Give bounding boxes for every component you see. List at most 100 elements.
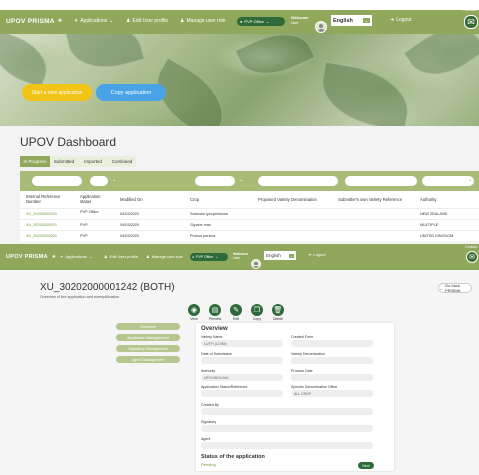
table-row[interactable]: XU_30202000003 PVP 04/03/2020 Glycine ma…	[20, 219, 479, 229]
field-label-variety-denomination: Variety Denomination	[291, 352, 326, 356]
field-label-application-status: Application Status/Reference	[201, 385, 248, 389]
logo-flower-icon: ❀	[58, 18, 63, 24]
field-authority[interactable]: UPOV/BOLIVIA	[201, 374, 283, 381]
nav-edit-profile[interactable]: ♟ Edit User profile	[104, 254, 138, 259]
chevron-down-icon: ⌄	[468, 177, 473, 183]
chevron-down-icon: ⌄	[109, 18, 114, 24]
nav-applications[interactable]: ✦ Applications ⌄	[60, 254, 92, 259]
col-header-own-reference[interactable]: Submitter's own Variety Reference	[338, 197, 402, 202]
field-species-office[interactable]: ALL CROP	[291, 390, 373, 397]
col-header-status[interactable]: Application status	[80, 194, 112, 204]
row-reference-link[interactable]: XU_30202000003	[26, 234, 57, 238]
nav-edit-profile[interactable]: ♟ Edit User profile	[126, 18, 168, 24]
hero-banner	[0, 34, 479, 126]
row-reference-link[interactable]: XU_30202000003	[26, 212, 57, 216]
filter-own-reference-input[interactable]	[345, 176, 417, 186]
top-nav-bar-secondary: UPOV PRISMA ❀ ✦ Applications ⌄ ♟ Edit Us…	[0, 244, 479, 270]
mail-icon[interactable]: ✉	[466, 251, 478, 263]
action-label-edit: Edit	[232, 317, 240, 321]
filter-reference-input[interactable]	[32, 176, 82, 186]
leaf-decor	[0, 34, 56, 89]
col-header-reference[interactable]: Internal Reference Number	[26, 194, 76, 204]
logout-link[interactable]: ➔ Logout	[390, 17, 412, 23]
chevron-down-icon: ⌄	[265, 19, 270, 24]
start-application-button[interactable]: Start a new application	[22, 84, 92, 101]
field-created-by[interactable]	[201, 408, 373, 415]
back-button-label: Go back PRISMA	[445, 283, 461, 293]
filter-crop-select[interactable]	[195, 176, 235, 186]
chevron-down-icon: ⌄	[215, 255, 219, 259]
trash-icon[interactable]: 🗑	[272, 304, 284, 316]
overview-card: Overview Variety Name LUTFI (L1984) Crea…	[196, 323, 394, 471]
language-select[interactable]: English ⌄	[264, 251, 296, 260]
row-modified: 04/03/2020	[120, 234, 140, 238]
role-selector-pill[interactable]: ● PVP Office ⌄	[190, 253, 228, 261]
eye-icon[interactable]: ◉	[188, 304, 200, 316]
nav-manage-role-label: Manage user role	[186, 18, 226, 24]
language-select[interactable]: English ⌄	[331, 15, 372, 26]
next-button[interactable]: Next	[358, 462, 374, 469]
table-row[interactable]: XU_30202000003 PVP Office 04/03/2020 Sol…	[20, 208, 479, 218]
preview-icon[interactable]: ▤	[209, 304, 221, 316]
filter-status-select[interactable]	[90, 176, 108, 186]
tab-imported[interactable]: Imported	[78, 156, 108, 167]
side-menu-application-management[interactable]: Application Management	[116, 334, 180, 341]
role-pill-label: PVP Office	[244, 19, 264, 24]
field-date-of-submission[interactable]	[201, 357, 283, 364]
welcome-label: Welcome	[291, 15, 309, 20]
field-signatory[interactable]	[201, 425, 373, 432]
action-label-view: View	[190, 317, 198, 321]
top-nav-bar: UPOV PRISMA ❀ ✦ Applications ⌄ ♟ Edit Us…	[0, 7, 479, 34]
mail-icon[interactable]: ✉	[464, 15, 478, 29]
field-variety-name[interactable]: LUTFI (L1984)	[201, 340, 283, 347]
action-label-copy: Copy	[252, 317, 262, 321]
back-to-prisma-button[interactable]: ← Go back PRISMA	[438, 283, 472, 293]
row-reference-link[interactable]: XU_30202000003	[26, 223, 57, 227]
col-header-crop[interactable]: Crop	[190, 197, 199, 202]
copy-application-button[interactable]: Copy application	[96, 84, 166, 101]
row-authority: MULTIPLE	[420, 223, 439, 227]
chevron-down-icon: ⌄	[289, 253, 294, 258]
filter-denomination-input[interactable]	[258, 176, 338, 186]
side-menu-agent-management[interactable]: Agent Management	[116, 356, 180, 363]
contact-label: Contact	[465, 245, 478, 249]
tab-combined[interactable]: Combined	[108, 156, 136, 167]
avatar[interactable]	[251, 259, 261, 269]
role-icon: ●	[240, 19, 243, 24]
brand-logo[interactable]: UPOV PRISMA	[6, 254, 48, 260]
tab-in-progress[interactable]: In Progress	[20, 156, 50, 167]
field-label-agent: Agent	[201, 437, 211, 441]
table-row[interactable]: XU_30202000003 PVP 04/03/2020 Prunus per…	[20, 230, 479, 240]
nav-applications[interactable]: ✦ Applications ⌄	[74, 18, 113, 24]
filter-authority-select[interactable]	[422, 176, 474, 186]
logout-icon: ➔	[308, 252, 312, 257]
chevron-down-icon: ⌄	[362, 18, 370, 23]
contact-label: Contact	[463, 7, 477, 12]
arrow-left-icon: ←	[439, 285, 443, 291]
field-label-process-date: Process Date	[291, 369, 313, 373]
col-header-modified[interactable]: Modified On	[120, 197, 143, 202]
row-modified: 04/03/2020	[120, 212, 140, 216]
field-application-status[interactable]	[201, 390, 283, 397]
side-menu-overview[interactable]: Overview	[116, 323, 180, 330]
action-label-delete: Delete	[272, 317, 284, 321]
welcome-block: Welcome User	[233, 252, 248, 260]
nav-manage-role[interactable]: ♟ Manage user role	[146, 254, 183, 259]
leaf-decor	[315, 61, 415, 126]
field-variety-denomination[interactable]	[291, 357, 373, 364]
field-agent[interactable]	[201, 442, 373, 449]
brand-logo[interactable]: UPOV PRISMA	[6, 18, 55, 25]
field-process-date[interactable]	[291, 374, 373, 381]
nav-manage-role[interactable]: ♟ Manage user role	[180, 18, 225, 24]
role-selector-pill[interactable]: ● PVP Office ⌄	[237, 17, 285, 26]
edit-icon[interactable]: ✎	[230, 304, 242, 316]
logout-link[interactable]: ➔ Logout	[308, 252, 326, 257]
avatar[interactable]	[315, 21, 327, 33]
copy-icon[interactable]: ❐	[251, 304, 263, 316]
field-label-created-form: Created Form	[291, 335, 314, 339]
field-created-form[interactable]	[291, 340, 373, 347]
col-header-authority[interactable]: Authority	[420, 197, 437, 202]
tab-submitted[interactable]: Submitted	[50, 156, 78, 167]
side-menu-signatory-management[interactable]: Signatory Management	[116, 345, 180, 352]
col-header-denomination[interactable]: Proposed Variety Denomination	[258, 197, 317, 202]
